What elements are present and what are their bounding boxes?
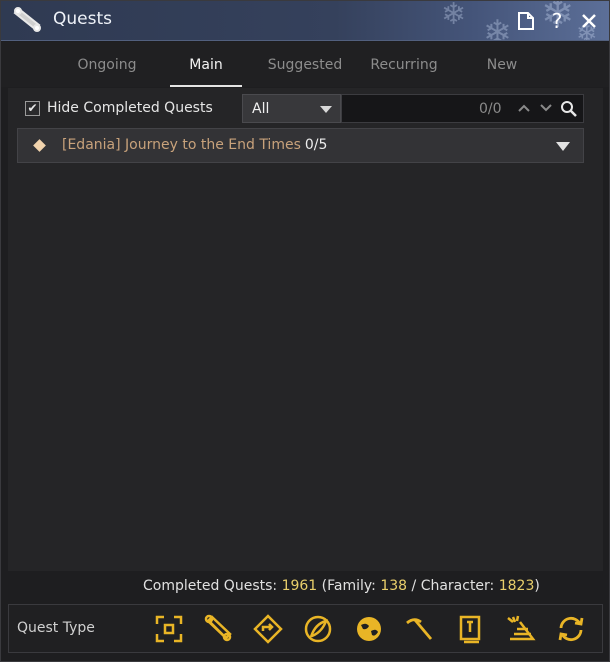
tab-recurring[interactable]: Recurring bbox=[354, 42, 454, 87]
chevron-down-icon bbox=[540, 104, 552, 112]
close-button[interactable] bbox=[577, 9, 601, 33]
character-count: 1823 bbox=[498, 578, 535, 594]
search-input[interactable]: 0/0 bbox=[341, 94, 584, 123]
focus-frame-icon bbox=[155, 615, 183, 643]
quest-type-fishing-button[interactable] bbox=[354, 614, 384, 644]
document-icon bbox=[518, 12, 534, 30]
diamond-arrow-icon bbox=[253, 614, 283, 644]
quest-progress: 0/5 bbox=[304, 137, 328, 153]
tab-new[interactable]: New bbox=[452, 42, 552, 87]
cone-icon bbox=[507, 615, 536, 641]
tab-suggested[interactable]: Suggested bbox=[255, 42, 355, 87]
quest-type-repeat-button[interactable] bbox=[556, 614, 586, 644]
scroll-icon bbox=[204, 614, 232, 642]
question-icon: ? bbox=[551, 9, 563, 33]
close-paren: ) bbox=[534, 578, 540, 594]
quest-list-item[interactable]: [Edania] Journey to the End Times 0/5 bbox=[17, 128, 584, 163]
search-result-count: 0/0 bbox=[479, 101, 502, 117]
quest-name: [Edania] Journey to the End Times bbox=[62, 137, 301, 153]
quest-window: ❄ ❄ ❄ ❄ Quests ? Ongoing Main Suggested … bbox=[0, 0, 610, 662]
snowflake-decoration-icon: ❄ bbox=[441, 1, 467, 32]
snowflake-decoration-icon: ❄ bbox=[483, 13, 512, 41]
quest-type-knowledge-button[interactable] bbox=[455, 614, 485, 644]
refresh-icon bbox=[558, 616, 584, 642]
quest-type-gathering-button[interactable] bbox=[404, 614, 434, 644]
quest-filter-dropdown[interactable]: All bbox=[242, 94, 341, 123]
help-button[interactable]: ? bbox=[545, 9, 569, 33]
quest-type-bar: Quest Type bbox=[8, 604, 603, 653]
chevron-up-icon bbox=[518, 104, 530, 112]
expand-arrow-icon[interactable] bbox=[556, 142, 570, 151]
tab-bar: Ongoing Main Suggested Recurring New bbox=[1, 42, 609, 87]
checkmark-icon: ✔ bbox=[27, 101, 38, 115]
feather-icon bbox=[304, 615, 332, 643]
completed-total: 1961 bbox=[281, 578, 318, 594]
quest-type-trade-button[interactable] bbox=[506, 614, 536, 644]
quest-type-label: Quest Type bbox=[17, 620, 95, 636]
tab-ongoing[interactable]: Ongoing bbox=[57, 42, 157, 87]
separator: / bbox=[411, 578, 417, 594]
chevron-down-icon bbox=[320, 106, 332, 113]
close-icon bbox=[582, 14, 596, 28]
quest-type-guide-button[interactable] bbox=[253, 614, 283, 644]
completed-label: Completed Quests: bbox=[143, 578, 278, 594]
previous-result-button[interactable] bbox=[516, 100, 532, 116]
pickaxe-icon bbox=[406, 618, 433, 640]
hide-completed-label[interactable]: Hide Completed Quests bbox=[47, 100, 213, 116]
quest-type-combat-button[interactable] bbox=[154, 614, 184, 644]
family-count: 138 bbox=[380, 578, 408, 594]
next-result-button[interactable] bbox=[538, 100, 554, 116]
diamond-icon bbox=[33, 139, 46, 152]
search-icon[interactable] bbox=[560, 100, 578, 118]
quest-type-story-button[interactable] bbox=[203, 614, 233, 644]
dropdown-value: All bbox=[252, 101, 270, 117]
tab-main[interactable]: Main bbox=[170, 42, 242, 87]
memo-button[interactable] bbox=[514, 9, 538, 33]
quest-type-life-button[interactable] bbox=[303, 614, 333, 644]
book-icon bbox=[459, 615, 481, 644]
character-label: Character: bbox=[420, 578, 495, 594]
hide-completed-checkbox[interactable]: ✔ bbox=[25, 101, 40, 116]
title-bar[interactable]: ❄ ❄ ❄ ❄ Quests ? bbox=[1, 1, 609, 41]
family-label: (Family: bbox=[321, 578, 376, 594]
globe-icon bbox=[357, 617, 381, 641]
scroll-icon bbox=[13, 7, 41, 32]
window-title: Quests bbox=[53, 9, 112, 29]
quest-title: [Edania] Journey to the End Times 0/5 bbox=[62, 137, 327, 153]
